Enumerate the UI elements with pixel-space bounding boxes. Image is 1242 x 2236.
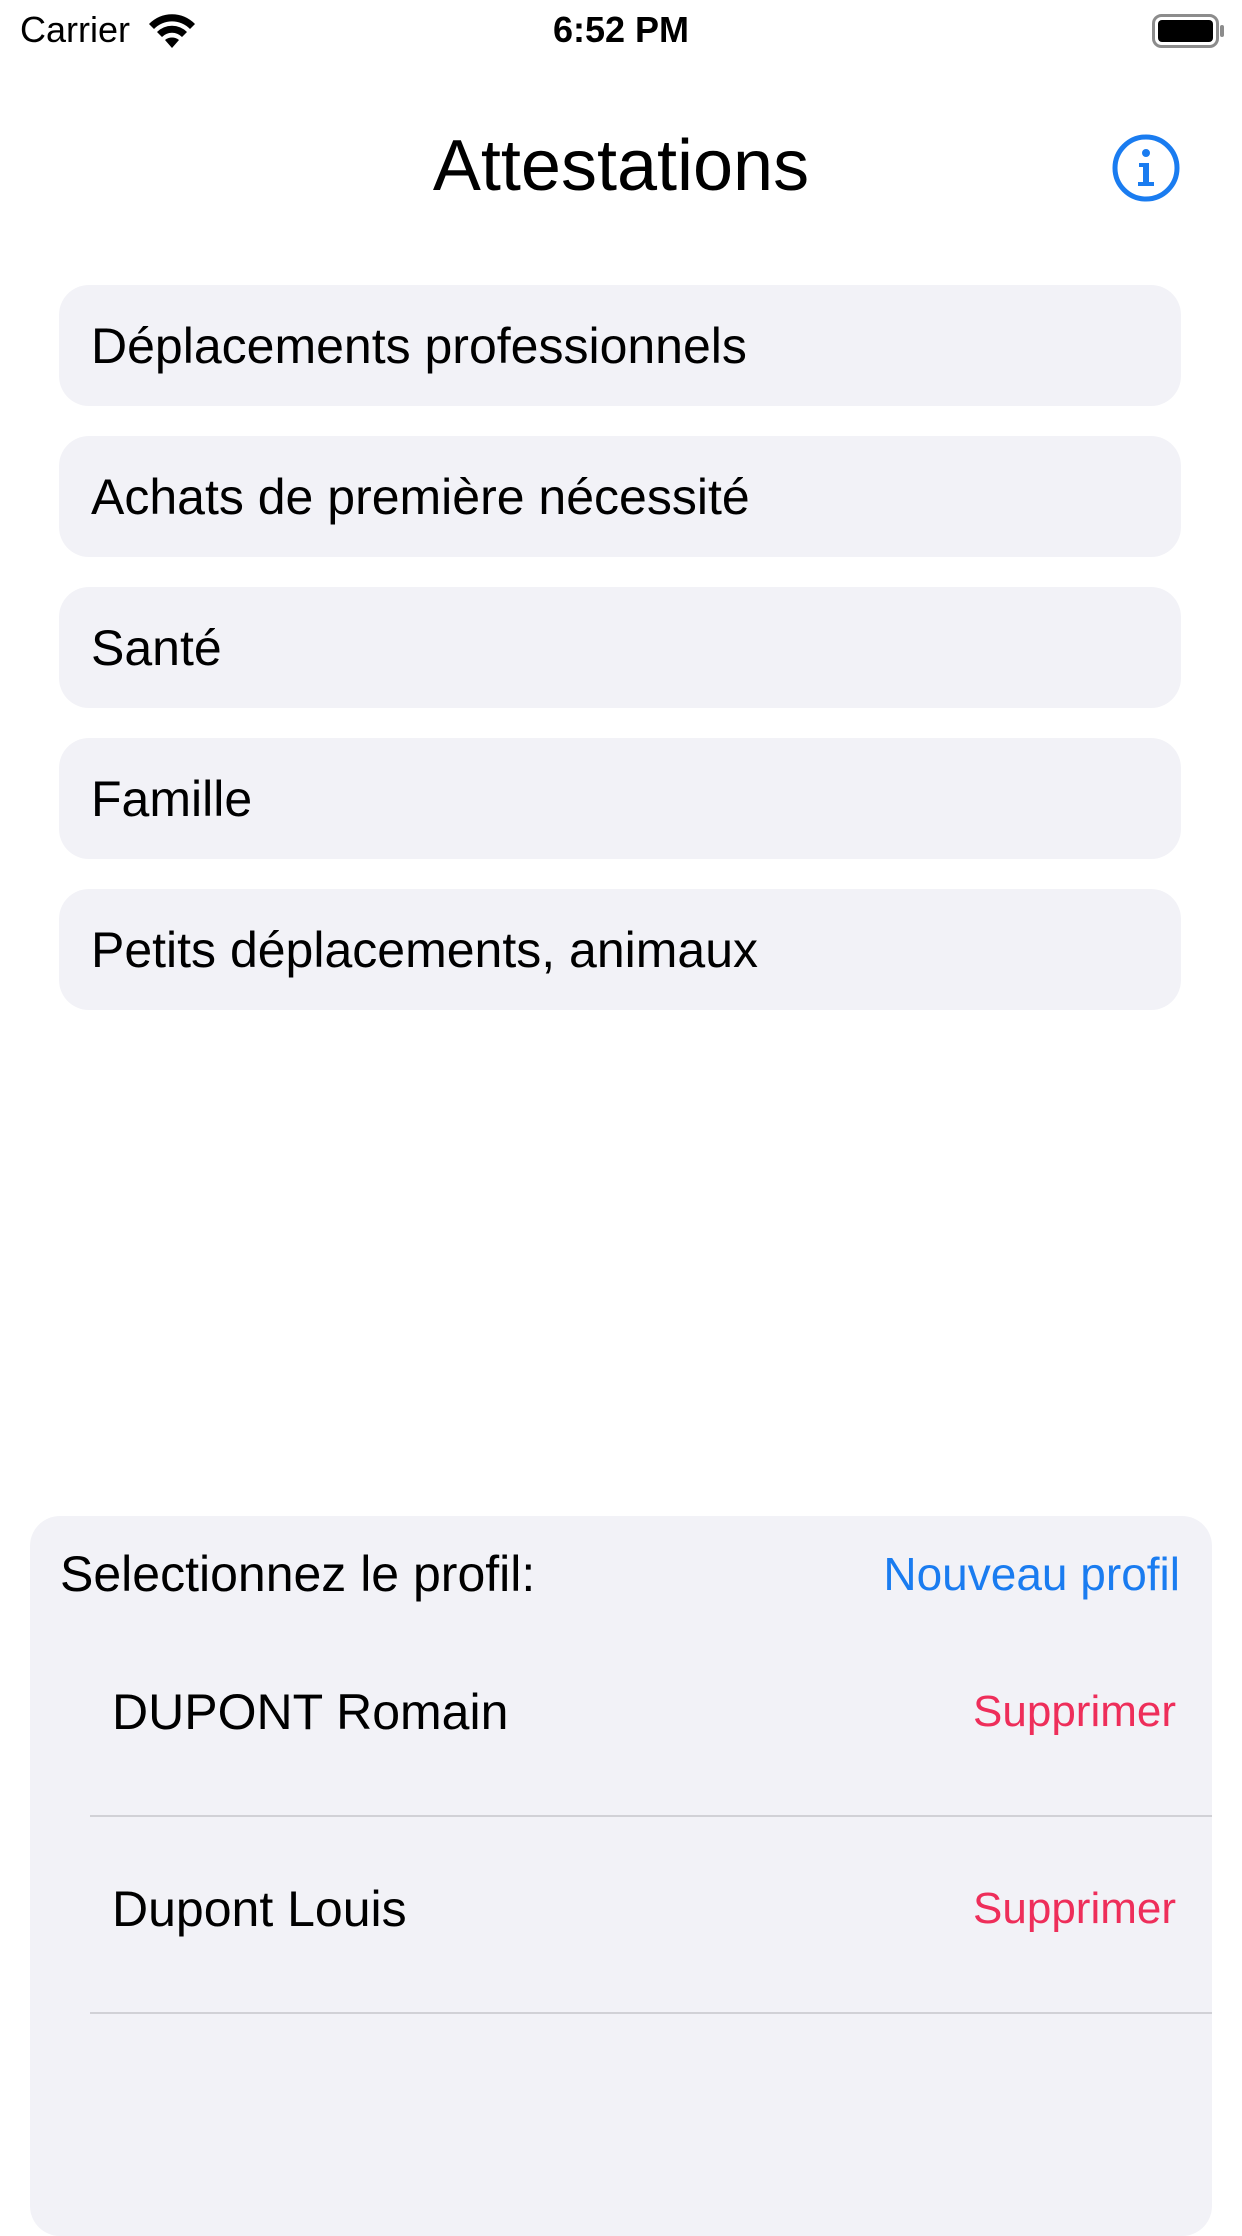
category-button-short-trips[interactable]: Petits déplacements, animaux <box>59 889 1181 1010</box>
delete-profile-button[interactable]: Supprimer <box>973 1686 1176 1738</box>
profile-name: DUPONT Romain <box>112 1684 509 1740</box>
category-button-professional[interactable]: Déplacements professionnels <box>59 285 1181 406</box>
category-button-health[interactable]: Santé <box>59 587 1181 708</box>
category-label: Déplacements professionnels <box>91 317 747 374</box>
delete-profile-button[interactable]: Supprimer <box>973 1883 1176 1935</box>
profile-row[interactable]: DUPONT Romain Supprimer <box>90 1620 1212 1817</box>
profile-panel: Selectionnez le profil: Nouveau profil D… <box>30 1516 1212 2236</box>
category-label: Santé <box>91 619 222 676</box>
profile-row[interactable]: Dupont Louis Supprimer <box>90 1817 1212 2014</box>
battery-icon <box>1152 14 1224 48</box>
profile-name: Dupont Louis <box>112 1881 407 1937</box>
category-list: Déplacements professionnels Achats de pr… <box>59 285 1181 1040</box>
page-title: Attestations <box>432 126 810 206</box>
new-profile-button[interactable]: Nouveau profil <box>883 1546 1180 1602</box>
status-bar: Carrier 6:52 PM <box>0 0 1242 62</box>
category-button-family[interactable]: Famille <box>59 738 1181 859</box>
category-label: Famille <box>91 770 253 827</box>
profile-panel-title: Selectionnez le profil: <box>60 1546 536 1602</box>
category-label: Achats de première nécessité <box>91 468 750 525</box>
status-time: 6:52 PM <box>552 9 690 50</box>
category-label: Petits déplacements, animaux <box>91 921 759 978</box>
info-icon[interactable] <box>1112 134 1180 202</box>
category-button-shopping[interactable]: Achats de première nécessité <box>59 436 1181 557</box>
